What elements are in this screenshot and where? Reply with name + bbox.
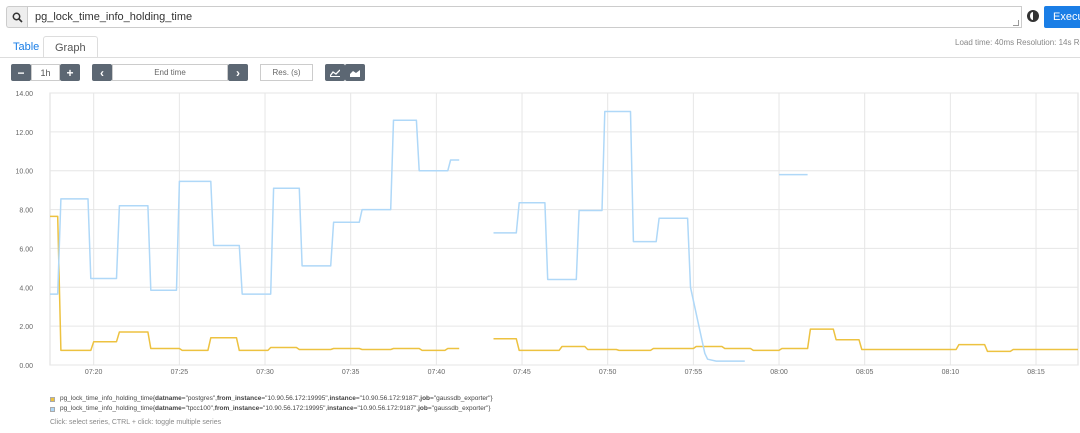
legend-datname: "tpcc100" [185, 405, 213, 412]
tab-divider [0, 57, 1080, 58]
y-tick-label: 8.00 [19, 208, 33, 215]
legend-from-instance: "10.90.56.172:19995" [265, 395, 328, 402]
line-chart-icon[interactable] [325, 64, 345, 81]
legend-from-instance: "10.90.56.172:19995" [263, 405, 326, 412]
legend-item[interactable]: pg_lock_time_info_holding_time{datname = "… [50, 404, 493, 414]
legend-job: "gaussdb_exporter" [431, 405, 489, 412]
legend-swatch [50, 396, 55, 402]
series [50, 110, 1079, 362]
tab-table[interactable]: Table [13, 36, 39, 58]
legend-hint: Click: select series, CTRL + click: togg… [50, 419, 222, 426]
legend-instance: "10.90.56.172:9187" [357, 405, 417, 412]
tab-bar: Table Graph [0, 34, 1080, 58]
end-time-prev-button[interactable]: ‹ [92, 64, 112, 81]
legend-item[interactable]: pg_lock_time_info_holding_time{datname = "… [50, 394, 493, 404]
execute-button[interactable]: Execut [1044, 6, 1080, 28]
globe-icon[interactable] [1027, 10, 1039, 22]
resolution-input[interactable]: Res. (s) [260, 64, 313, 81]
end-time-input[interactable]: End time [112, 64, 228, 81]
y-tick-label: 2.00 [19, 324, 33, 331]
plot-frame [49, 92, 1079, 366]
area-chart-icon[interactable] [345, 64, 365, 81]
x-tick-label: 07:55 [685, 369, 703, 376]
y-tick-label: 10.00 [15, 169, 33, 176]
series-line-1[interactable] [50, 119, 460, 295]
time-series-chart[interactable]: 0.00 2.00 4.00 6.00 8.00 10.00 12.00 14.00 07:20… [0, 86, 1080, 386]
legend-job: "gaussdb_exporter" [433, 395, 491, 402]
load-info: Load time: 40ms Resolution: 14s Result s… [955, 38, 1080, 47]
y-tick-label: 12.00 [15, 130, 33, 137]
series-line-0[interactable] [50, 215, 460, 352]
x-tick-label: 07:35 [342, 369, 360, 376]
y-tick-label: 6.00 [19, 246, 33, 253]
x-tick-label: 07:30 [256, 369, 274, 376]
x-tick-label: 07:50 [599, 369, 617, 376]
tab-graph[interactable]: Graph [43, 36, 98, 58]
range-decrease-button[interactable]: − [11, 64, 31, 81]
x-tick-label: 08:15 [1027, 369, 1045, 376]
grid [49, 92, 1079, 366]
legend: pg_lock_time_info_holding_time{datname = "… [50, 394, 493, 414]
legend-metric: pg_lock_time_info_holding_time{ [60, 405, 156, 412]
range-increase-button[interactable]: + [60, 64, 80, 81]
search-icon [6, 6, 27, 28]
legend-swatch [50, 406, 55, 412]
x-tick-label: 07:45 [513, 369, 531, 376]
range-input[interactable]: 1h [31, 64, 60, 81]
x-tick-label: 07:20 [85, 369, 103, 376]
resize-grip-icon[interactable] [1013, 20, 1019, 26]
expression-text: pg_lock_time_info_holding_time [35, 11, 193, 23]
graph-panel: 0.00 2.00 4.00 6.00 8.00 10.00 12.00 14.00 07:20… [0, 86, 1080, 386]
end-time-next-button[interactable]: › [228, 64, 248, 81]
legend-metric: pg_lock_time_info_holding_time{ [60, 395, 156, 402]
series-line-1[interactable] [493, 110, 745, 362]
y-tick-label: 14.00 [15, 91, 33, 98]
series-line-0[interactable] [493, 328, 1079, 353]
x-tick-label: 08:10 [942, 369, 960, 376]
legend-instance: "10.90.56.172:9187" [359, 395, 419, 402]
expression-input[interactable]: pg_lock_time_info_holding_time [27, 6, 1022, 28]
x-tick-label: 08:00 [770, 369, 788, 376]
legend-datname: "postgres" [185, 395, 216, 402]
y-tick-label: 0.00 [19, 363, 33, 370]
x-tick-label: 07:40 [428, 369, 446, 376]
x-tick-label: 08:05 [856, 369, 874, 376]
axis-labels: 0.00 2.00 4.00 6.00 8.00 10.00 12.00 14.00 07:20… [15, 91, 1044, 376]
y-tick-label: 4.00 [19, 285, 33, 292]
x-tick-label: 07:25 [171, 369, 189, 376]
query-bar: pg_lock_time_info_holding_time Execut [0, 0, 1080, 34]
